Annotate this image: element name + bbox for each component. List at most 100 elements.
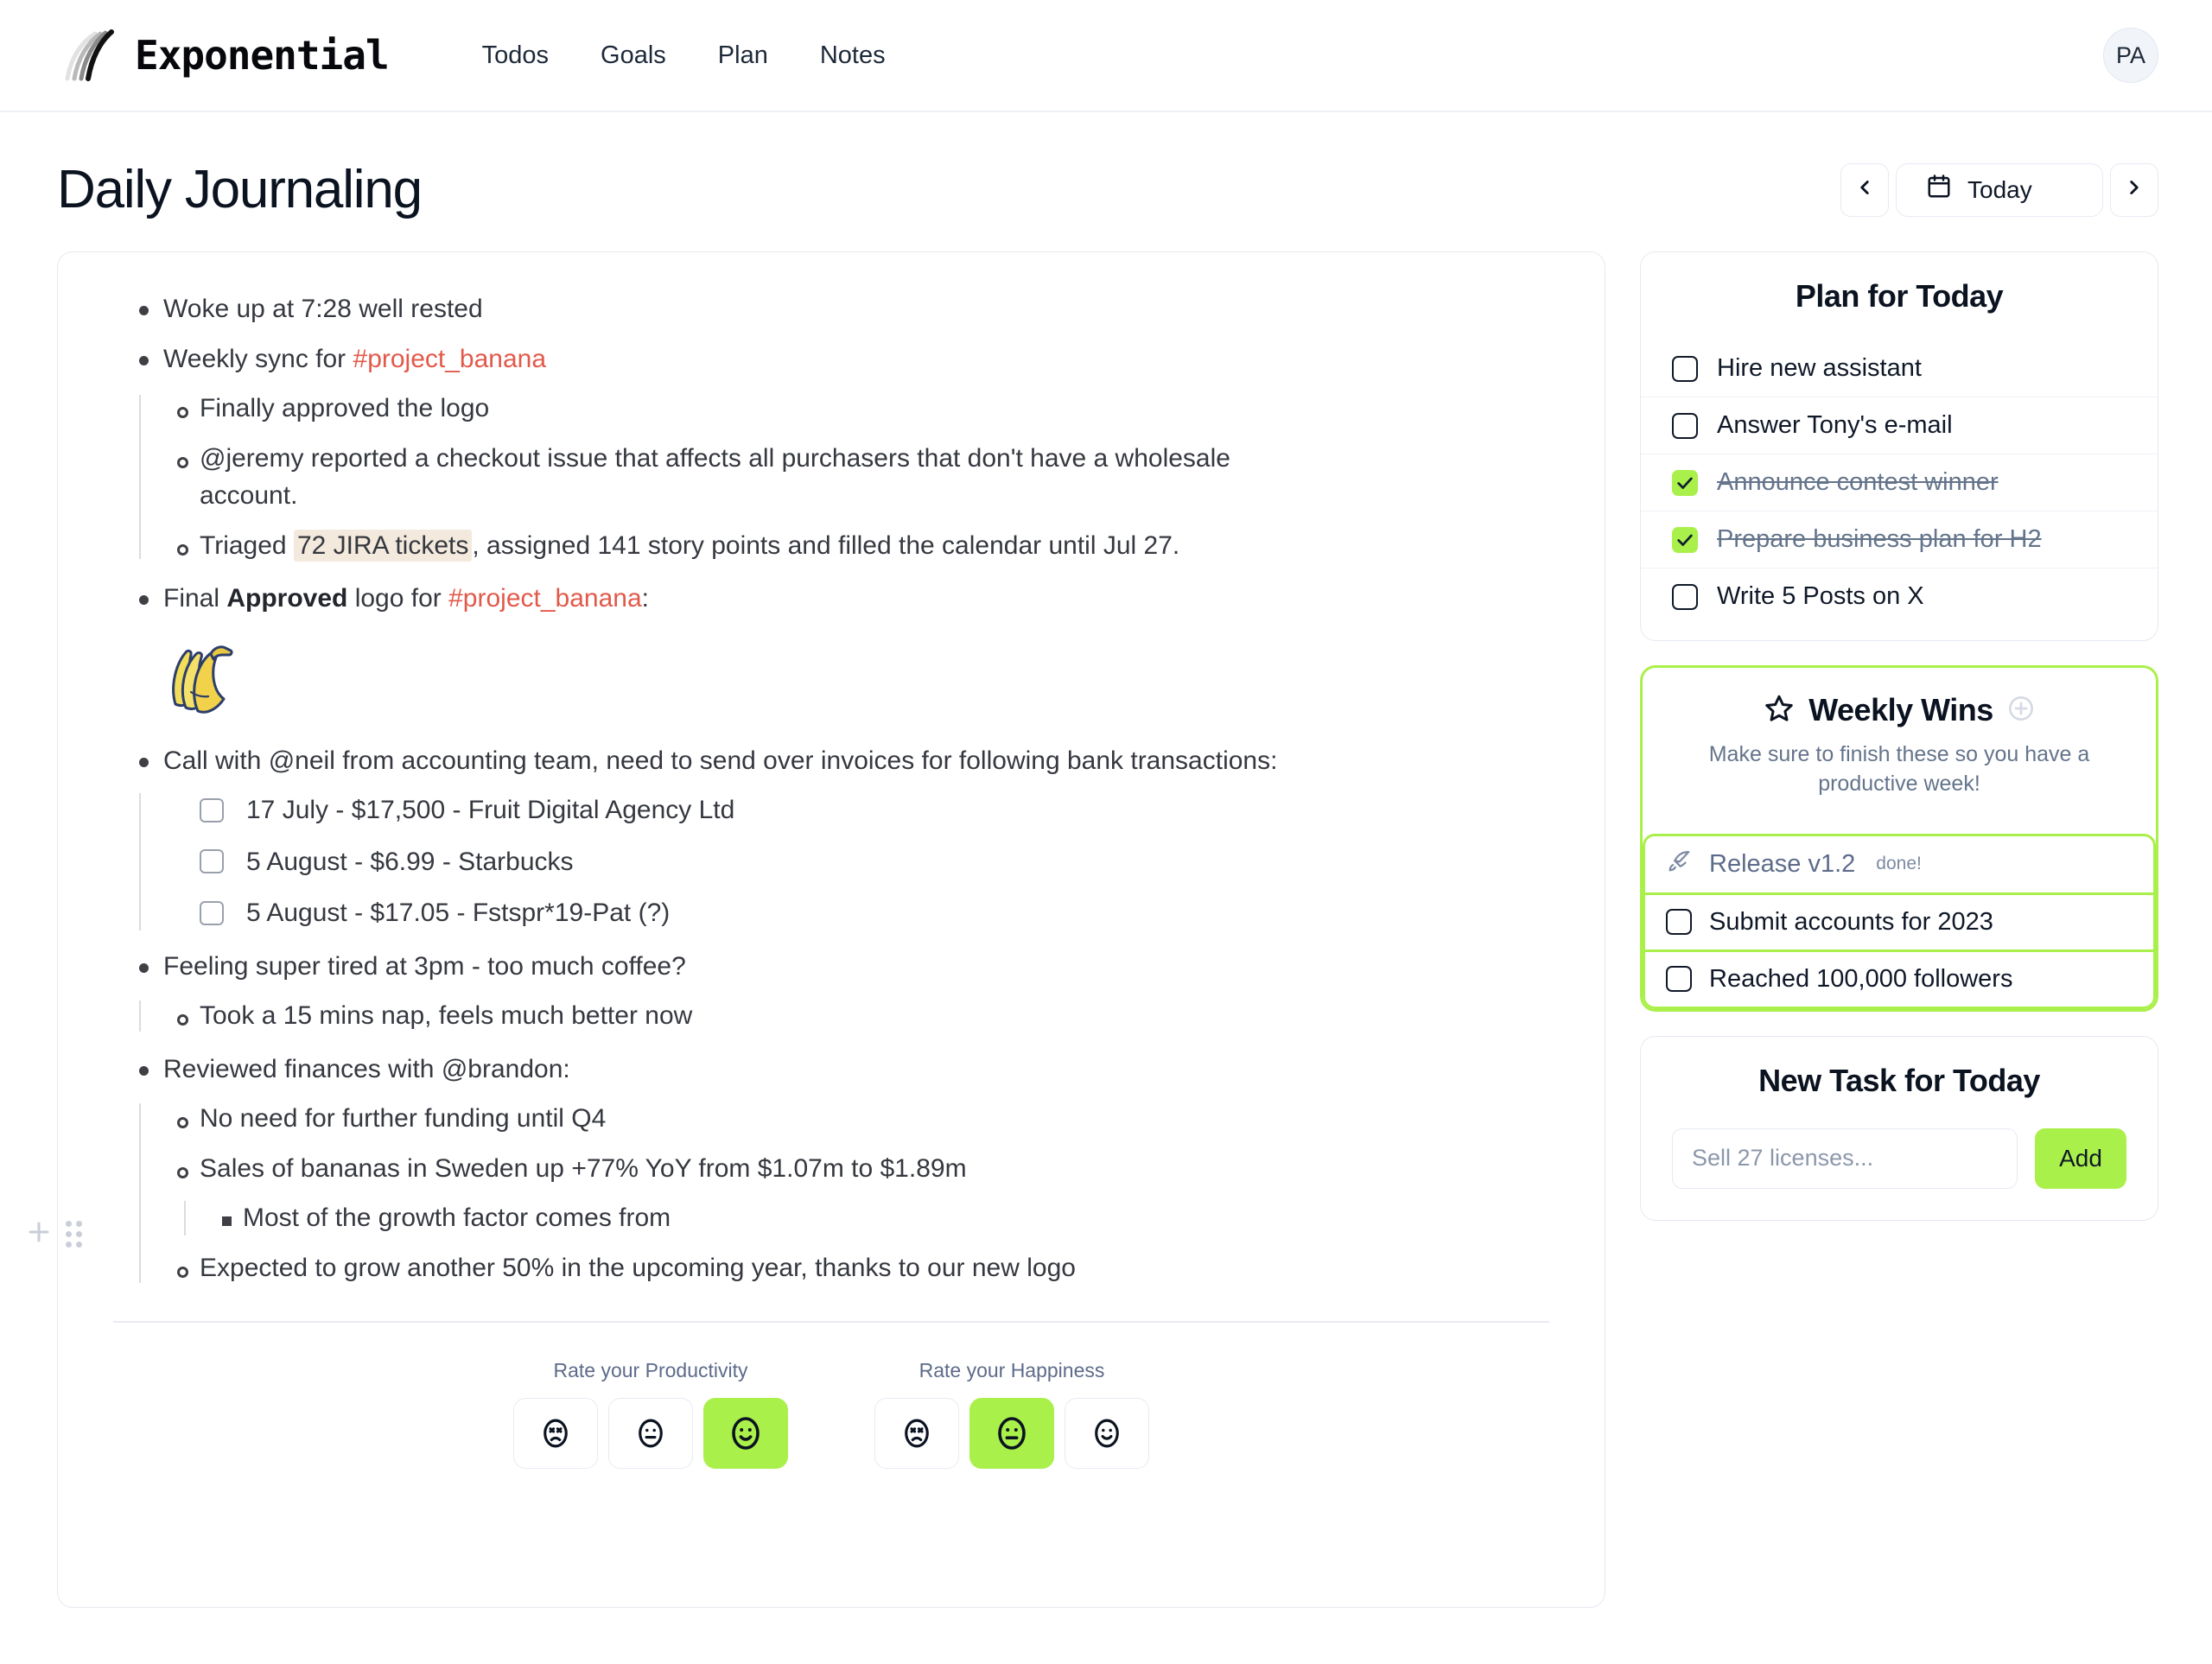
outline-item[interactable]: Woke up at 7:28 well rested [105, 290, 1558, 328]
outline-checkbox-item[interactable]: 5 August - $17.05 - Fstspr*19-Pat (?) [105, 894, 1558, 932]
today-button[interactable]: Today [1896, 162, 2103, 217]
plan-item[interactable]: Hire new assistant [1641, 340, 2158, 397]
weekly-win-item[interactable]: Submit accounts for 2023 [1645, 892, 2153, 949]
add-task-button[interactable]: Add [2035, 1127, 2126, 1189]
plan-item[interactable]: Answer Tony's e-mail [1641, 397, 2158, 454]
top-navigation-bar: Exponential Todos Goals Plan Notes PA [0, 0, 2212, 112]
chevron-left-icon [1853, 176, 1876, 203]
plan-item[interactable]: Announce contest winner [1641, 454, 2158, 511]
bullet-icon [177, 1266, 188, 1278]
outline-item[interactable]: Finally approved the logo [105, 390, 1558, 428]
indent-group: No need for further funding until Q4 Sal… [105, 1100, 1558, 1286]
bullet-icon [139, 595, 149, 605]
weekly-win-item[interactable]: Reached 100,000 followers [1645, 949, 2153, 1007]
bullet-icon [177, 407, 188, 418]
outline-item[interactable]: Sales of bananas in Sweden up +77% YoY f… [105, 1150, 1558, 1188]
outline-item[interactable]: Reviewed finances with @brandon: [105, 1051, 1558, 1089]
checkbox-icon[interactable] [200, 900, 224, 925]
brand[interactable]: Exponential [57, 29, 390, 82]
plan-item-label: Answer Tony's e-mail [1717, 411, 1953, 439]
nav-item-todos[interactable]: Todos [456, 33, 575, 79]
rating-option-neutral[interactable] [608, 1398, 693, 1469]
outline-item[interactable]: Feeling super tired at 3pm - too much co… [105, 948, 1558, 986]
next-day-button[interactable] [2110, 162, 2158, 217]
rating-option-sad[interactable] [513, 1398, 598, 1469]
previous-day-button[interactable] [1840, 162, 1889, 217]
indent-group: Took a 15 mins nap, feels much better no… [105, 997, 1558, 1035]
calendar-icon [1926, 174, 1952, 206]
checkbox-icon[interactable] [200, 797, 224, 822]
project-tag[interactable]: #project_banana [448, 584, 642, 613]
outline-item-text: Most of the growth factor comes from [243, 1204, 671, 1232]
plus-icon[interactable] [24, 1217, 54, 1251]
outline-item[interactable]: Weekly sync for #project_banana [105, 340, 1558, 378]
nav-item-notes[interactable]: Notes [794, 33, 912, 79]
nav-item-plan[interactable]: Plan [692, 33, 794, 79]
rating-option-happy[interactable] [703, 1398, 788, 1469]
outline-item-text: Sales of bananas in Sweden up +77% YoY f… [200, 1153, 967, 1183]
outline-checkbox-item[interactable]: 17 July - $17,500 - Fruit Digital Agency… [105, 791, 1558, 829]
page-title: Daily Journaling [57, 160, 423, 219]
weekly-wins-title: Weekly Wins [1808, 692, 1993, 727]
new-task-form: Add [1641, 1127, 2158, 1189]
weekly-win-note: done! [1876, 854, 1922, 873]
journal-card: Woke up at 7:28 well rested Weekly sync … [57, 251, 1605, 1608]
bullet-icon [139, 355, 149, 365]
outline-item-text: 17 July - $17,500 - Fruit Digital Agency… [246, 796, 735, 824]
outline-item[interactable]: Took a 15 mins nap, feels much better no… [105, 997, 1558, 1035]
weekly-win-item[interactable]: Release v1.2 done! [1645, 836, 2153, 892]
outline-item-text: Expected to grow another 50% in the upco… [200, 1253, 1076, 1282]
bullet-icon [177, 1117, 188, 1128]
plan-for-today-list: Hire new assistant Answer Tony's e-mail … [1641, 340, 2158, 625]
checkbox-icon[interactable] [1666, 966, 1692, 992]
outline-checkbox-item[interactable]: 5 August - $6.99 - Starbucks [105, 843, 1558, 881]
project-tag[interactable]: #project_banana [353, 345, 547, 373]
nav-item-goals[interactable]: Goals [575, 33, 692, 79]
bullet-icon [139, 306, 149, 315]
checkbox-icon[interactable] [1672, 583, 1698, 610]
rating-option-sad[interactable] [874, 1398, 959, 1469]
outline-item[interactable]: No need for further funding until Q4 [105, 1100, 1558, 1138]
checkbox-icon[interactable] [200, 849, 224, 874]
page-columns: Woke up at 7:28 well rested Weekly sync … [0, 220, 2212, 1608]
plan-item[interactable]: Prepare business plan for H2 [1641, 511, 2158, 568]
main-nav-links: Todos Goals Plan Notes [456, 33, 912, 79]
outline-item-text: Feeling super tired at 3pm - too much co… [163, 951, 686, 981]
avatar[interactable]: PA [2103, 28, 2158, 83]
section-divider [113, 1321, 1549, 1323]
productivity-rating-options [513, 1398, 788, 1469]
weekly-wins-list: Release v1.2 done! Submit accounts for 2… [1643, 833, 2156, 1009]
exponential-curve-logo-icon [57, 29, 118, 82]
outline-item[interactable]: Expected to grow another 50% in the upco… [105, 1249, 1558, 1287]
outline-item[interactable]: Final Approved logo for #project_banana: [105, 580, 1558, 618]
rating-option-neutral[interactable] [969, 1398, 1054, 1469]
outline-item[interactable]: Most of the growth factor comes from [105, 1199, 1558, 1237]
outline-item-text: @jeremy reported a checkout issue that a… [200, 443, 1230, 511]
plus-circle-icon[interactable] [2007, 695, 2035, 727]
happiness-rating-label: Rate your Happiness [918, 1359, 1105, 1381]
new-task-input[interactable] [1672, 1127, 2018, 1189]
today-button-label: Today [1967, 175, 2032, 203]
checkbox-checked-icon[interactable] [1672, 469, 1698, 496]
bullet-icon [177, 543, 188, 556]
journal-column: Woke up at 7:28 well rested Weekly sync … [29, 251, 1605, 1608]
outline-item[interactable]: Call with @neil from accounting team, ne… [105, 742, 1558, 780]
bullet-icon [177, 1014, 188, 1026]
date-navigation: Today [1840, 162, 2158, 217]
plan-item-label: Prepare business plan for H2 [1717, 525, 2042, 553]
outline-item-text: Final Approved logo for #project_banana: [163, 584, 649, 613]
weekly-win-label: Reached 100,000 followers [1709, 964, 2013, 993]
drag-handle-icon[interactable] [66, 1221, 82, 1248]
plan-item[interactable]: Write 5 Posts on X [1641, 568, 2158, 625]
checkbox-icon[interactable] [1672, 355, 1698, 382]
outline-item-text: Weekly sync for #project_banana [163, 344, 547, 373]
checkbox-checked-icon[interactable] [1672, 526, 1698, 553]
outline-item[interactable]: @jeremy reported a checkout issue that a… [105, 440, 1558, 515]
highlighted-text: 72 JIRA tickets [293, 529, 473, 562]
page-header: Daily Journaling Today [0, 112, 2212, 220]
checkbox-icon[interactable] [1672, 412, 1698, 439]
outline-item[interactable]: Triaged 72 JIRA tickets, assigned 141 st… [105, 527, 1558, 565]
checkbox-icon[interactable] [1666, 909, 1692, 935]
outline-item-text: Woke up at 7:28 well rested [163, 295, 483, 323]
rating-option-happy[interactable] [1065, 1398, 1149, 1469]
